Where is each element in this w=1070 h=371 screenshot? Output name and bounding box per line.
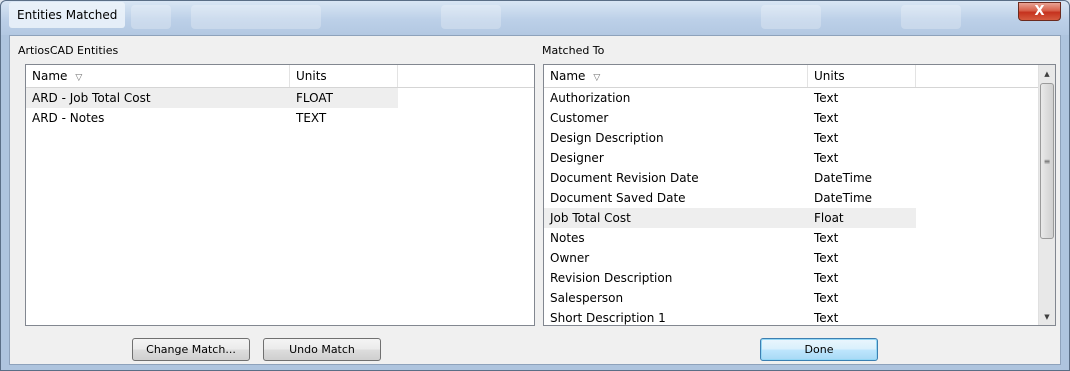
list-item[interactable]: Document Saved Date DateTime <box>544 188 916 208</box>
list-item[interactable]: Revision Description Text <box>544 268 916 288</box>
entity-name: Customer <box>550 111 609 125</box>
entity-name: Owner <box>550 251 590 265</box>
entity-name: Notes <box>550 231 585 245</box>
list-header: Name ▽ Units <box>544 65 1040 88</box>
entity-units: Text <box>814 111 839 125</box>
list-item[interactable]: Short Description 1 Text <box>544 308 916 325</box>
entity-units: Text <box>814 151 839 165</box>
entity-name: Short Description 1 <box>550 311 666 325</box>
close-icon: X <box>1034 4 1045 19</box>
entity-units: Float <box>814 211 844 225</box>
entity-name: Document Saved Date <box>550 191 686 205</box>
list-item[interactable]: Design Description Text <box>544 128 916 148</box>
entity-units: DateTime <box>814 171 873 185</box>
artioscad-entities-list[interactable]: Name ▽ Units ARD - Job Total Cost FLOAT ARD… <box>25 64 535 326</box>
entity-name: Revision Description <box>550 271 673 285</box>
entity-name: Authorization <box>550 91 631 105</box>
entity-name: ARD - Notes <box>32 111 105 125</box>
list-item[interactable]: Owner Text <box>544 248 916 268</box>
entities-matched-window: Entities Matched X ArtiosCAD Entities Na… <box>0 0 1070 371</box>
artioscad-entities-label: ArtiosCAD Entities <box>18 44 119 57</box>
window-title: Entities Matched <box>9 2 126 28</box>
entity-name: Design Description <box>550 131 664 145</box>
scrollbar-thumb[interactable]: ≡ <box>1040 83 1054 239</box>
list-item[interactable]: Document Revision Date DateTime <box>544 168 916 188</box>
list-item[interactable]: ARD - Notes TEXT <box>26 108 398 128</box>
column-header-name[interactable]: Name ▽ <box>544 65 808 87</box>
entity-units: Text <box>814 91 839 105</box>
entity-units: Text <box>814 251 839 265</box>
entity-units: Text <box>814 231 839 245</box>
sort-descending-icon: ▽ <box>75 73 83 83</box>
list-item[interactable]: ARD - Job Total Cost FLOAT <box>26 88 398 108</box>
entity-units: Text <box>814 311 839 325</box>
title-bar[interactable]: Entities Matched X <box>1 1 1069 35</box>
entity-name: ARD - Job Total Cost <box>32 91 151 105</box>
close-button[interactable]: X <box>1018 2 1061 21</box>
entity-name: Job Total Cost <box>550 211 631 225</box>
entity-name: Salesperson <box>550 291 624 305</box>
dialog-body: ArtiosCAD Entities Name ▽ Units ARD - Job… <box>9 35 1061 365</box>
list-item[interactable]: Authorization Text <box>544 88 916 108</box>
done-button[interactable]: Done <box>760 338 878 361</box>
entity-units: Text <box>814 271 839 285</box>
change-match-button[interactable]: Change Match... <box>132 338 250 361</box>
list-item[interactable]: Job Total Cost Float <box>544 208 916 228</box>
entity-units: Text <box>814 291 839 305</box>
sort-descending-icon: ▽ <box>593 73 601 83</box>
list-item[interactable]: Notes Text <box>544 228 916 248</box>
entity-units: FLOAT <box>296 91 334 105</box>
undo-match-button[interactable]: Undo Match <box>263 338 381 361</box>
vertical-scrollbar[interactable]: ▲ ≡ ▼ <box>1038 65 1055 325</box>
list-item[interactable]: Customer Text <box>544 108 916 128</box>
list-header: Name ▽ Units <box>26 65 534 88</box>
scroll-up-arrow-icon[interactable]: ▲ <box>1039 65 1055 82</box>
entity-name: Document Revision Date <box>550 171 699 185</box>
entity-units: Text <box>814 131 839 145</box>
list-item[interactable]: Designer Text <box>544 148 916 168</box>
scroll-down-arrow-icon[interactable]: ▼ <box>1039 308 1055 325</box>
entity-name: Designer <box>550 151 604 165</box>
matched-to-list[interactable]: Name ▽ Units Authorization Text Customer Tex… <box>543 64 1056 326</box>
column-header-units[interactable]: Units <box>808 65 916 87</box>
entity-units: TEXT <box>296 111 327 125</box>
column-header-units[interactable]: Units <box>290 65 398 87</box>
list-item[interactable]: Salesperson Text <box>544 288 916 308</box>
matched-to-label: Matched To <box>542 44 605 57</box>
entity-units: DateTime <box>814 191 873 205</box>
column-header-name[interactable]: Name ▽ <box>26 65 290 87</box>
